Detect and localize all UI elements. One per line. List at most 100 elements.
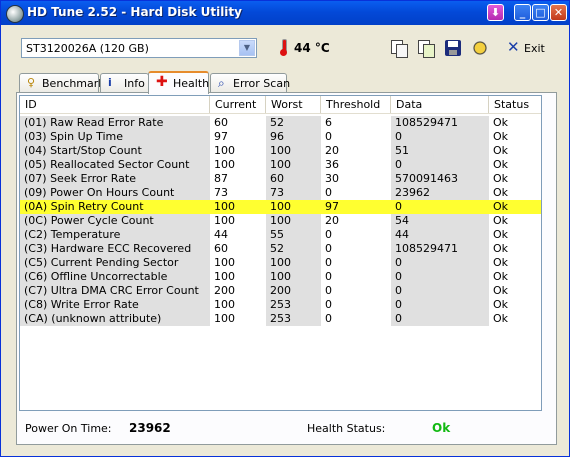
title-bar[interactable]: HD Tune 2.52 - Hard Disk Utility ⬇ _ □ ✕ — [1, 1, 569, 25]
cell-worst: 52 — [266, 116, 321, 130]
cell-threshold: 30 — [325, 172, 339, 185]
cell-current: 100 — [214, 200, 235, 213]
table-row[interactable]: (05) Reallocated Sector Count 100 100 36 0 Ok — [20, 158, 541, 172]
cell-worst: 52 — [266, 242, 321, 256]
column-header-worst[interactable]: Worst — [266, 96, 321, 114]
cell-current: 100 — [214, 256, 235, 269]
exit-icon: ✕ — [507, 38, 520, 56]
table-row[interactable]: (09) Power On Hours Count 73 73 0 23962 Ok — [20, 186, 541, 200]
smart-table[interactable]: ID Current Worst Threshold Data Status (… — [19, 95, 542, 411]
cell-id: (03) Spin Up Time — [20, 130, 210, 144]
magnifier-icon: ⌕ — [218, 76, 225, 90]
table-row[interactable]: (C8) Write Error Rate 100 253 0 0 Ok — [20, 298, 541, 312]
drive-select[interactable]: ST3120026A (120 GB) ▼ — [21, 38, 257, 58]
table-row[interactable]: (C6) Offline Uncorrectable 100 100 0 0 Ok — [20, 270, 541, 284]
exit-label: Exit — [524, 42, 545, 55]
maximize-button[interactable]: □ — [532, 4, 549, 21]
cell-id: (C2) Temperature — [20, 228, 210, 242]
cell-data: 51 — [391, 144, 489, 158]
tab-health[interactable]: ✚ Health — [148, 71, 209, 94]
table-row[interactable]: (0C) Power Cycle Count 100 100 20 54 Ok — [20, 214, 541, 228]
power-on-value: 23962 — [129, 421, 171, 435]
cell-worst: 253 — [266, 298, 321, 312]
cell-status: Ok — [493, 200, 509, 213]
tab-error-scan[interactable]: ⌕ Error Scan — [210, 73, 290, 92]
table-row[interactable]: (03) Spin Up Time 97 96 0 0 Ok — [20, 130, 541, 144]
cell-id: (0C) Power Cycle Count — [20, 214, 210, 228]
cell-status: Ok — [493, 242, 509, 255]
column-header-data[interactable]: Data — [391, 96, 489, 114]
cell-current: 100 — [214, 158, 235, 171]
info-icon: i — [108, 76, 112, 89]
cell-id: (09) Power On Hours Count — [20, 186, 210, 200]
tab-benchmark[interactable]: ♀ Benchmark — [19, 73, 105, 92]
cell-data: 0 — [391, 270, 489, 284]
copy-text-icon[interactable] — [391, 40, 408, 58]
cell-worst: 100 — [270, 200, 291, 213]
table-row[interactable]: (04) Start/Stop Count 100 100 20 51 Ok — [20, 144, 541, 158]
tray-button[interactable]: ⬇ — [487, 4, 504, 21]
table-row[interactable]: (07) Seek Error Rate 87 60 30 570091463 Ok — [20, 172, 541, 186]
table-row[interactable]: (0A) Spin Retry Count 100 100 97 0 Ok — [20, 200, 541, 214]
cell-data: 108529471 — [391, 242, 489, 256]
cell-id: (C8) Write Error Rate — [20, 298, 210, 312]
cell-threshold: 0 — [325, 284, 332, 297]
cell-current: 97 — [214, 130, 228, 143]
close-button[interactable]: ✕ — [550, 4, 567, 21]
health-cross-icon: ✚ — [156, 74, 168, 90]
column-header-id[interactable]: ID — [20, 96, 210, 114]
cell-id: (CA) (unknown attribute) — [20, 312, 210, 326]
table-row[interactable]: (CA) (unknown attribute) 100 253 0 0 Ok — [20, 312, 541, 326]
table-row[interactable]: (C3) Hardware ECC Recovered 60 52 0 10852947… — [20, 242, 541, 256]
cell-worst: 100 — [266, 270, 321, 284]
cell-status: Ok — [493, 270, 509, 283]
cell-status: Ok — [493, 256, 509, 269]
cell-id: (05) Reallocated Sector Count — [20, 158, 210, 172]
app-window: HD Tune 2.52 - Hard Disk Utility ⬇ _ □ ✕… — [0, 0, 570, 457]
table-row[interactable]: (01) Raw Read Error Rate 60 52 6 108529471 Ok — [20, 116, 541, 130]
cell-data: 108529471 — [391, 116, 489, 130]
column-header-threshold[interactable]: Threshold — [321, 96, 391, 114]
copy-screenshot-icon[interactable] — [418, 40, 435, 58]
cell-threshold: 0 — [325, 228, 332, 241]
thermometer-icon — [279, 38, 287, 56]
cell-threshold: 0 — [325, 312, 332, 325]
cell-threshold: 36 — [325, 158, 339, 171]
cell-status: Ok — [493, 284, 509, 297]
cell-worst: 60 — [266, 172, 321, 186]
app-icon[interactable] — [6, 5, 24, 23]
minimize-button[interactable]: _ — [514, 4, 531, 21]
cell-status: Ok — [493, 312, 509, 325]
table-row[interactable]: (C7) Ultra DMA CRC Error Count 200 200 0 0 Ok — [20, 284, 541, 298]
cell-data: 0 — [391, 284, 489, 298]
tab-benchmark-label: Benchmark — [42, 77, 105, 90]
options-icon[interactable] — [472, 40, 488, 56]
cell-current: 100 — [214, 270, 235, 283]
cell-current: 100 — [214, 298, 235, 311]
drive-select-value: ST3120026A (120 GB) — [26, 42, 149, 55]
table-row[interactable]: (C2) Temperature 44 55 0 44 Ok — [20, 228, 541, 242]
cell-threshold: 20 — [325, 214, 339, 227]
cell-threshold: 0 — [325, 298, 332, 311]
column-header-status[interactable]: Status — [489, 96, 541, 114]
cell-worst: 200 — [266, 284, 321, 298]
cell-current: 100 — [214, 312, 235, 325]
cell-worst: 73 — [266, 186, 321, 200]
cell-current: 100 — [214, 144, 235, 157]
column-header-current[interactable]: Current — [210, 96, 266, 114]
chevron-down-icon[interactable]: ▼ — [239, 40, 255, 56]
cell-current: 87 — [214, 172, 228, 185]
cell-id: (C6) Offline Uncorrectable — [20, 270, 210, 284]
benchmark-icon: ♀ — [27, 76, 36, 89]
table-row[interactable]: (C5) Current Pending Sector 100 100 0 0 Ok — [20, 256, 541, 270]
save-icon[interactable] — [445, 40, 461, 56]
cell-status: Ok — [493, 214, 509, 227]
tab-info[interactable]: i Info — [100, 73, 149, 92]
cell-current: 200 — [214, 284, 235, 297]
cell-data: 0 — [391, 158, 489, 172]
cell-data: 570091463 — [391, 172, 489, 186]
cell-data: 0 — [391, 256, 489, 270]
cell-data: 0 — [391, 130, 489, 144]
cell-threshold: 0 — [325, 256, 332, 269]
cell-id: (01) Raw Read Error Rate — [20, 116, 210, 130]
